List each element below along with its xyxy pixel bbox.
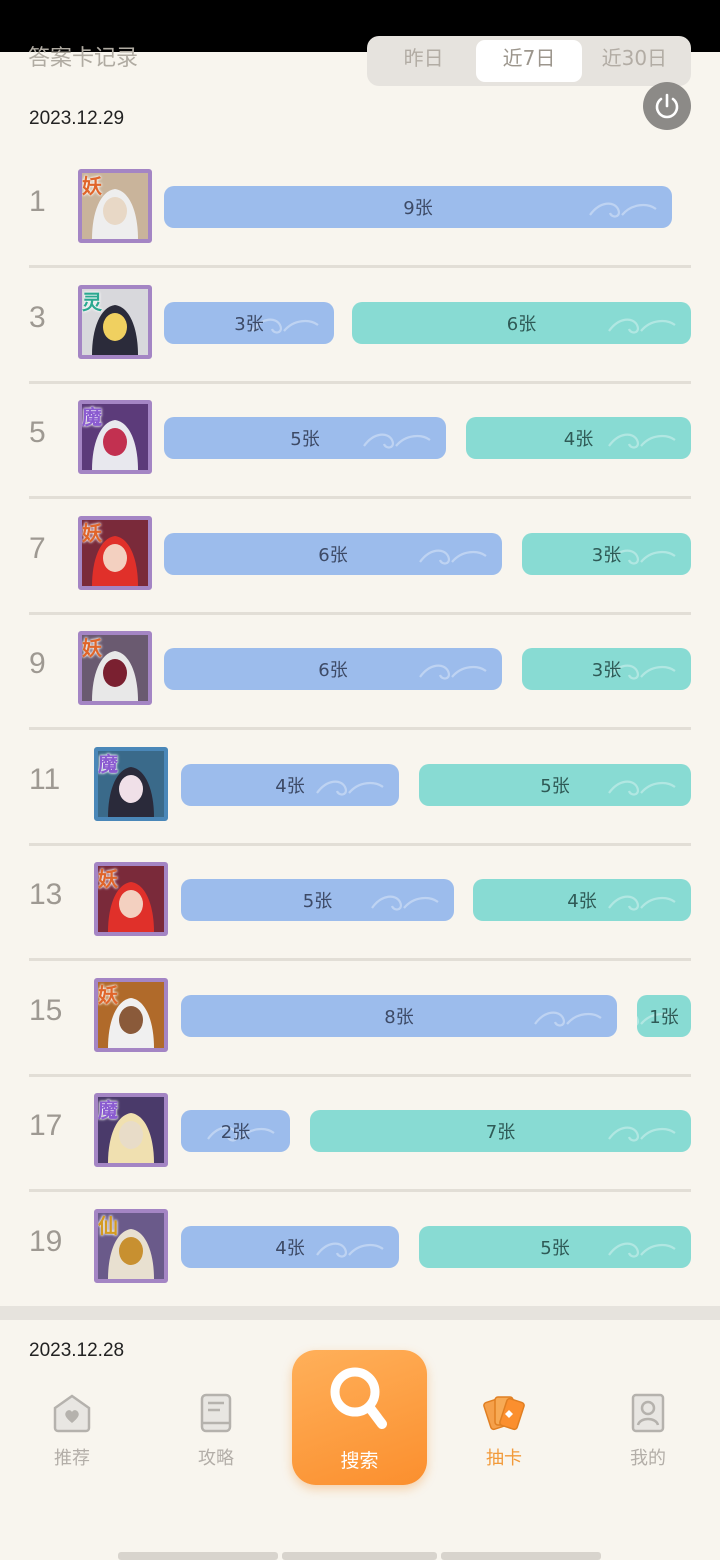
card-count-bar-blue: 2张 (181, 1110, 290, 1152)
avatar[interactable]: 魔 (94, 746, 168, 821)
card-count-bar-blue: 6张 (164, 532, 502, 575)
card-count-bar-teal: 4张 (473, 879, 691, 921)
list-item[interactable]: 11 魔 4张 5张 (0, 743, 720, 858)
faction-badge: 魔 (82, 405, 102, 429)
list-item[interactable]: 15 妖 8张 1张 (0, 974, 720, 1089)
list-item[interactable]: 3 灵 3张 6张 (0, 281, 720, 396)
avatar[interactable]: 妖 (94, 977, 168, 1052)
home-indicator (441, 1552, 601, 1560)
card-count-bar-teal: 5张 (419, 1225, 691, 1268)
rank-number: 7 (29, 531, 46, 565)
rank-number: 13 (29, 878, 63, 911)
avatar[interactable]: 魔 (94, 1093, 168, 1167)
card-count-bar-blue: 9张 (164, 186, 672, 228)
home-heart-icon (53, 1394, 91, 1433)
list-item[interactable]: 9 妖 6张 3张 (0, 627, 720, 742)
row-divider (29, 611, 691, 615)
section-title: 答案卡记录 (28, 46, 139, 71)
row-divider (29, 380, 691, 384)
card-count-bar-blue: 5张 (181, 879, 454, 921)
rank-number: 3 (29, 300, 46, 334)
date-label: 2023.12.29 (29, 108, 125, 129)
list-item[interactable]: 19 仙 4张 5张 (0, 1205, 720, 1320)
row-divider (29, 1073, 691, 1077)
cards-icon (483, 1396, 525, 1431)
power-icon (655, 93, 679, 119)
tab-yesterday[interactable]: 昨日 (371, 40, 476, 82)
book-icon (200, 1393, 232, 1433)
faction-badge: 灵 (82, 289, 102, 314)
row-divider (29, 1189, 691, 1192)
rank-number: 1 (29, 185, 46, 218)
avatar[interactable]: 妖 (78, 515, 152, 590)
list-item[interactable]: 1 妖 9张 (0, 165, 720, 280)
faction-badge: 妖 (82, 174, 102, 198)
nav-item-guide[interactable]: 攻略 (166, 1390, 266, 1470)
nav-item-draw[interactable]: 抽卡 (454, 1390, 554, 1470)
row-divider (29, 265, 691, 268)
rank-number: 9 (29, 647, 46, 680)
list-item[interactable]: 17 魔 2张 7张 (0, 1089, 720, 1204)
card-count-bar-teal: 3张 (522, 648, 691, 690)
faction-badge: 魔 (98, 751, 118, 776)
avatar[interactable]: 魔 (78, 400, 152, 474)
search-icon (330, 1367, 387, 1429)
list-item[interactable]: 5 魔 5张 4张 (0, 396, 720, 511)
period-tabs: 昨日 近7日 近30日 (367, 36, 691, 86)
card-count-bar-blue: 5张 (164, 417, 446, 459)
faction-badge: 魔 (98, 1098, 118, 1122)
faction-badge: 妖 (98, 867, 118, 891)
card-count-bar-blue: 3张 (164, 301, 334, 344)
profile-icon (631, 1393, 665, 1433)
home-indicator (118, 1552, 278, 1560)
rank-number: 11 (29, 762, 61, 796)
card-count-bar-teal: 4张 (466, 417, 691, 459)
tab-7-days[interactable]: 近7日 (476, 40, 582, 82)
faction-badge: 妖 (82, 636, 102, 660)
row-divider (29, 496, 691, 499)
card-count-bar-teal: 7张 (310, 1110, 691, 1152)
home-indicator (282, 1552, 437, 1560)
avatar[interactable]: 灵 (78, 284, 152, 359)
rank-number: 15 (29, 993, 63, 1027)
nav-item-recommend[interactable]: 推荐 (22, 1390, 122, 1470)
card-count-bar-blue: 4张 (181, 763, 399, 806)
card-count-bar-teal: 3张 (522, 532, 691, 575)
nav-item-profile[interactable]: 我的 (598, 1390, 698, 1470)
faction-badge: 仙 (98, 1213, 118, 1238)
date-label-next: 2023.12.28 (29, 1340, 125, 1361)
card-count-bar-blue: 6张 (164, 648, 502, 690)
avatar[interactable]: 仙 (94, 1208, 168, 1283)
rank-number: 5 (29, 416, 46, 449)
list-item[interactable]: 13 妖 5张 4张 (0, 858, 720, 973)
card-count-bar-teal: 5张 (419, 763, 691, 806)
faction-badge: 妖 (82, 520, 102, 545)
power-button[interactable] (643, 82, 691, 130)
row-divider (29, 958, 691, 961)
section-divider (0, 1306, 720, 1320)
card-count-bar-blue: 8张 (181, 994, 617, 1037)
avatar[interactable]: 妖 (94, 862, 168, 936)
rank-number: 19 (29, 1224, 63, 1258)
faction-badge: 妖 (98, 982, 118, 1007)
row-divider (29, 727, 691, 730)
search-button[interactable]: 搜索 (292, 1350, 427, 1485)
avatar[interactable]: 妖 (78, 169, 152, 243)
card-count-bar-teal: 6张 (352, 301, 691, 344)
rank-number: 17 (29, 1109, 63, 1142)
list-item[interactable]: 7 妖 6张 3张 (0, 512, 720, 627)
tab-30-days[interactable]: 近30日 (582, 40, 687, 82)
card-count-bar-teal: 1张 (637, 994, 691, 1037)
row-divider (29, 842, 691, 846)
avatar[interactable]: 妖 (78, 631, 152, 705)
card-count-bar-blue: 4张 (181, 1225, 399, 1268)
